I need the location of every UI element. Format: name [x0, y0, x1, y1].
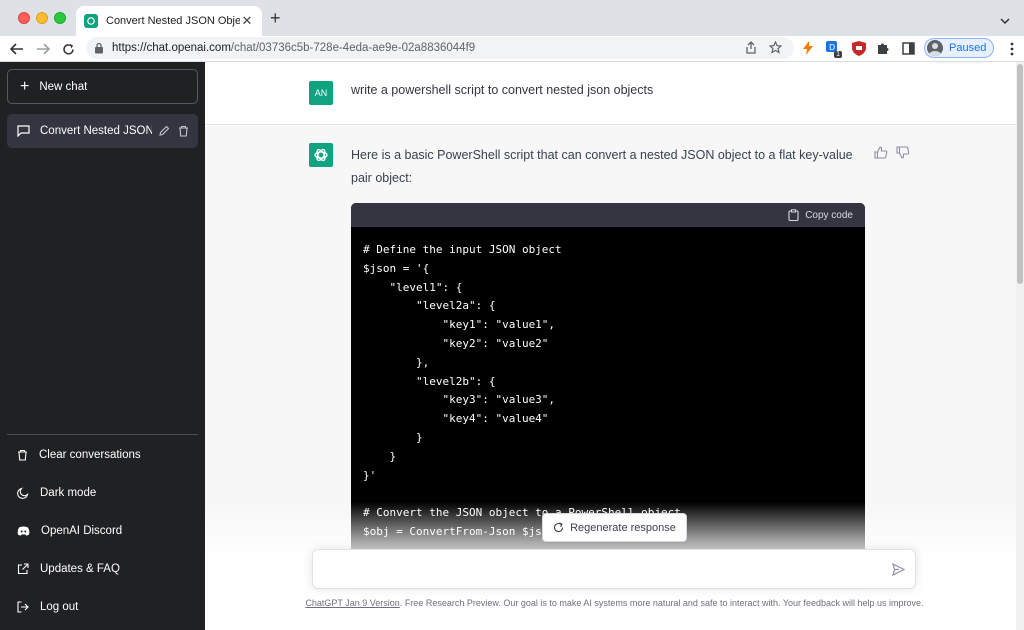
- log-out-button[interactable]: Log out: [7, 589, 198, 625]
- openai-logo-icon: [309, 143, 333, 167]
- delete-trash-icon[interactable]: [178, 125, 189, 137]
- message-input[interactable]: [312, 549, 916, 589]
- browser-tab-bar: Convert Nested JSON Objects ✕ +: [0, 0, 1024, 36]
- new-chat-button[interactable]: + New chat: [7, 69, 198, 104]
- bookmark-star-icon[interactable]: [769, 41, 782, 54]
- clipboard-icon: [788, 209, 799, 221]
- address-bar[interactable]: https://chat.openai.com/chat/03736c5b-72…: [86, 37, 794, 59]
- sidebar-divider: [7, 434, 198, 435]
- chat-main: AN write a powershell script to convert …: [205, 62, 1024, 630]
- logout-icon: [17, 601, 29, 613]
- code-block-header: Copy code: [351, 203, 865, 227]
- plus-icon: +: [20, 79, 29, 95]
- new-chat-label: New chat: [39, 81, 87, 93]
- extension-badge-count: 1: [834, 51, 842, 58]
- regenerate-response-label: Regenerate response: [570, 522, 676, 534]
- version-link[interactable]: ChatGPT Jan 9 Version: [305, 598, 399, 608]
- refresh-icon: [553, 522, 564, 533]
- updates-faq-link[interactable]: Updates & FAQ: [7, 551, 198, 587]
- share-icon[interactable]: [745, 41, 757, 54]
- openai-discord-link[interactable]: OpenAI Discord: [7, 513, 198, 549]
- reload-icon[interactable]: [59, 40, 77, 58]
- clear-conversations-button[interactable]: Clear conversations: [7, 437, 198, 473]
- lightning-extension-icon[interactable]: [800, 40, 816, 56]
- external-link-icon: [17, 563, 29, 575]
- window-zoom-button[interactable]: [54, 12, 66, 24]
- back-arrow-icon[interactable]: [8, 40, 26, 58]
- conversation-title: Convert Nested JSON: [40, 125, 152, 137]
- copy-code-button[interactable]: Copy code: [788, 209, 853, 221]
- ublock-shield-icon[interactable]: [851, 40, 867, 56]
- profile-status-label: Paused: [949, 42, 986, 54]
- lock-icon: [94, 42, 104, 54]
- discord-icon: [17, 526, 30, 536]
- window-close-button[interactable]: [18, 12, 30, 24]
- scrollbar-thumb[interactable]: [1017, 64, 1023, 284]
- thumbs-down-icon[interactable]: [896, 146, 910, 159]
- edit-pencil-icon[interactable]: [158, 125, 170, 137]
- chat-scrollbar[interactable]: [1016, 62, 1024, 630]
- tab-search-chevron-icon[interactable]: [1000, 12, 1010, 30]
- extension-badge-icon[interactable]: D 1: [825, 40, 841, 56]
- openai-favicon-icon: [84, 14, 98, 28]
- forward-arrow-icon[interactable]: [34, 40, 52, 58]
- copy-code-label: Copy code: [805, 210, 853, 221]
- user-message-text: write a powershell script to convert nes…: [351, 83, 653, 97]
- extensions-puzzle-icon[interactable]: [875, 40, 891, 56]
- sidebar: + New chat Convert Nested JSON Clear con…: [0, 62, 205, 630]
- profile-avatar-icon: [927, 40, 943, 56]
- tab-title: Convert Nested JSON Objects: [106, 15, 240, 27]
- clear-conversations-label: Clear conversations: [39, 449, 141, 461]
- new-tab-button[interactable]: +: [270, 9, 281, 27]
- openai-discord-label: OpenAI Discord: [41, 525, 122, 537]
- thumbs-up-icon[interactable]: [874, 146, 888, 159]
- regenerate-response-button[interactable]: Regenerate response: [542, 513, 687, 542]
- tab-close-icon[interactable]: ✕: [240, 13, 254, 29]
- trash-icon: [17, 449, 28, 461]
- updates-faq-label: Updates & FAQ: [40, 563, 120, 575]
- browser-tab-active[interactable]: Convert Nested JSON Objects ✕: [76, 6, 262, 36]
- dark-mode-label: Dark mode: [40, 487, 96, 499]
- assistant-message-text: Here is a basic PowerShell script that c…: [351, 144, 865, 190]
- browser-toolbar: https://chat.openai.com/chat/03736c5b-72…: [0, 36, 1024, 62]
- log-out-label: Log out: [40, 601, 78, 613]
- browser-menu-icon[interactable]: [1010, 42, 1014, 61]
- user-message-row: AN write a powershell script to convert …: [205, 62, 1016, 125]
- user-avatar: AN: [309, 81, 333, 105]
- sidebar-conversation-item[interactable]: Convert Nested JSON: [7, 114, 198, 148]
- side-panel-icon[interactable]: [900, 40, 916, 56]
- chat-bubble-icon: [17, 125, 30, 137]
- moon-icon: [17, 487, 29, 499]
- url-text: https://chat.openai.com/chat/03736c5b-72…: [112, 42, 475, 54]
- footer-text: . Free Research Preview. Our goal is to …: [400, 598, 924, 608]
- send-icon[interactable]: [892, 563, 905, 581]
- profile-button[interactable]: Paused: [924, 38, 994, 58]
- footer-disclaimer: ChatGPT Jan 9 Version. Free Research Pre…: [205, 598, 1024, 608]
- dark-mode-button[interactable]: Dark mode: [7, 475, 198, 511]
- window-minimize-button[interactable]: [36, 12, 48, 24]
